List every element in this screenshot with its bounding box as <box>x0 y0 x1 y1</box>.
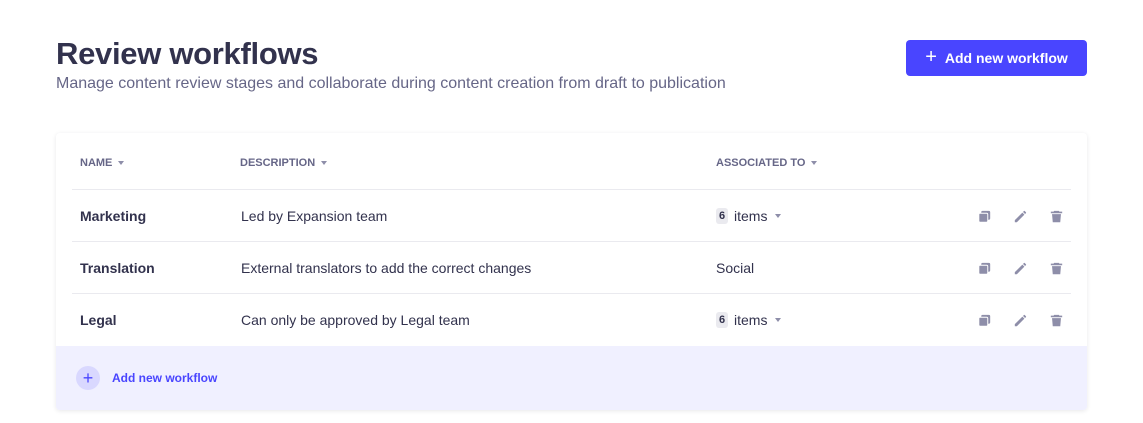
workflow-description: Led by Expansion team <box>241 208 388 224</box>
column-header-name[interactable]: NAME <box>80 157 125 169</box>
column-header-associated-to[interactable]: ASSOCIATED TO <box>716 157 818 169</box>
workflow-description: Can only be approved by Legal team <box>241 312 470 328</box>
plus-icon: + <box>925 46 937 68</box>
assoc-text: items <box>734 312 768 328</box>
workflow-associated-to[interactable]: 6 items <box>716 190 782 242</box>
add-workflow-footer-button[interactable]: + Add new workflow <box>56 346 1087 410</box>
plus-circle-icon: + <box>76 366 100 390</box>
trash-button[interactable] <box>1047 207 1065 225</box>
duplicate-icon <box>977 262 991 275</box>
pencil-icon <box>1014 314 1027 327</box>
trash-button[interactable] <box>1047 259 1065 277</box>
table-row[interactable]: Legal Can only be approved by Legal team… <box>72 293 1071 345</box>
column-header-description-label: DESCRIPTION <box>240 157 316 169</box>
assoc-count-badge: 6 <box>716 208 728 224</box>
sort-caret-icon <box>118 161 125 165</box>
row-actions <box>975 190 1065 242</box>
sort-caret-icon <box>321 161 328 165</box>
column-header-associated-to-label: ASSOCIATED TO <box>716 157 806 169</box>
assoc-count-badge: 6 <box>716 312 728 328</box>
workflow-associated-to: Social <box>716 242 754 294</box>
workflow-name: Legal <box>80 312 117 328</box>
trash-button[interactable] <box>1047 311 1065 329</box>
pencil-icon <box>1014 210 1027 223</box>
chevron-down-icon[interactable] <box>775 214 782 218</box>
column-header-name-label: NAME <box>80 157 113 169</box>
add-workflow-footer-label: Add new workflow <box>112 371 218 385</box>
duplicate-icon <box>977 210 991 223</box>
pencil-button[interactable] <box>1011 207 1029 225</box>
pencil-button[interactable] <box>1011 259 1029 277</box>
add-workflow-button-label: Add new workflow <box>944 50 1068 66</box>
duplicate-button[interactable] <box>975 259 993 277</box>
duplicate-button[interactable] <box>975 207 993 225</box>
row-actions <box>975 294 1065 346</box>
workflow-name: Translation <box>80 260 155 276</box>
table-row[interactable]: Translation External translators to add … <box>72 241 1071 293</box>
workflow-associated-to[interactable]: 6 items <box>716 294 782 346</box>
trash-icon <box>1050 314 1063 327</box>
assoc-text: Social <box>716 260 755 276</box>
column-header-description[interactable]: DESCRIPTION <box>240 157 328 169</box>
duplicate-icon <box>977 314 991 327</box>
table-header: NAME DESCRIPTION ASSOCIATED TO <box>56 133 1087 189</box>
assoc-text: items <box>734 208 768 224</box>
workflow-name: Marketing <box>80 208 147 224</box>
row-actions <box>975 242 1065 294</box>
page-title: Review workflows <box>56 36 319 71</box>
sort-caret-icon <box>811 161 818 165</box>
workflows-table: NAME DESCRIPTION ASSOCIATED TO Marketing… <box>56 133 1087 410</box>
trash-icon <box>1050 262 1063 275</box>
page-subtitle: Manage content review stages and collabo… <box>56 75 726 92</box>
pencil-button[interactable] <box>1011 311 1029 329</box>
workflow-description: External translators to add the correct … <box>241 260 532 276</box>
trash-icon <box>1050 210 1063 223</box>
table-row[interactable]: Marketing Led by Expansion team 6 items <box>72 189 1071 241</box>
add-workflow-button[interactable]: + Add new workflow <box>906 40 1087 76</box>
chevron-down-icon[interactable] <box>775 318 782 322</box>
pencil-icon <box>1014 262 1027 275</box>
duplicate-button[interactable] <box>975 311 993 329</box>
